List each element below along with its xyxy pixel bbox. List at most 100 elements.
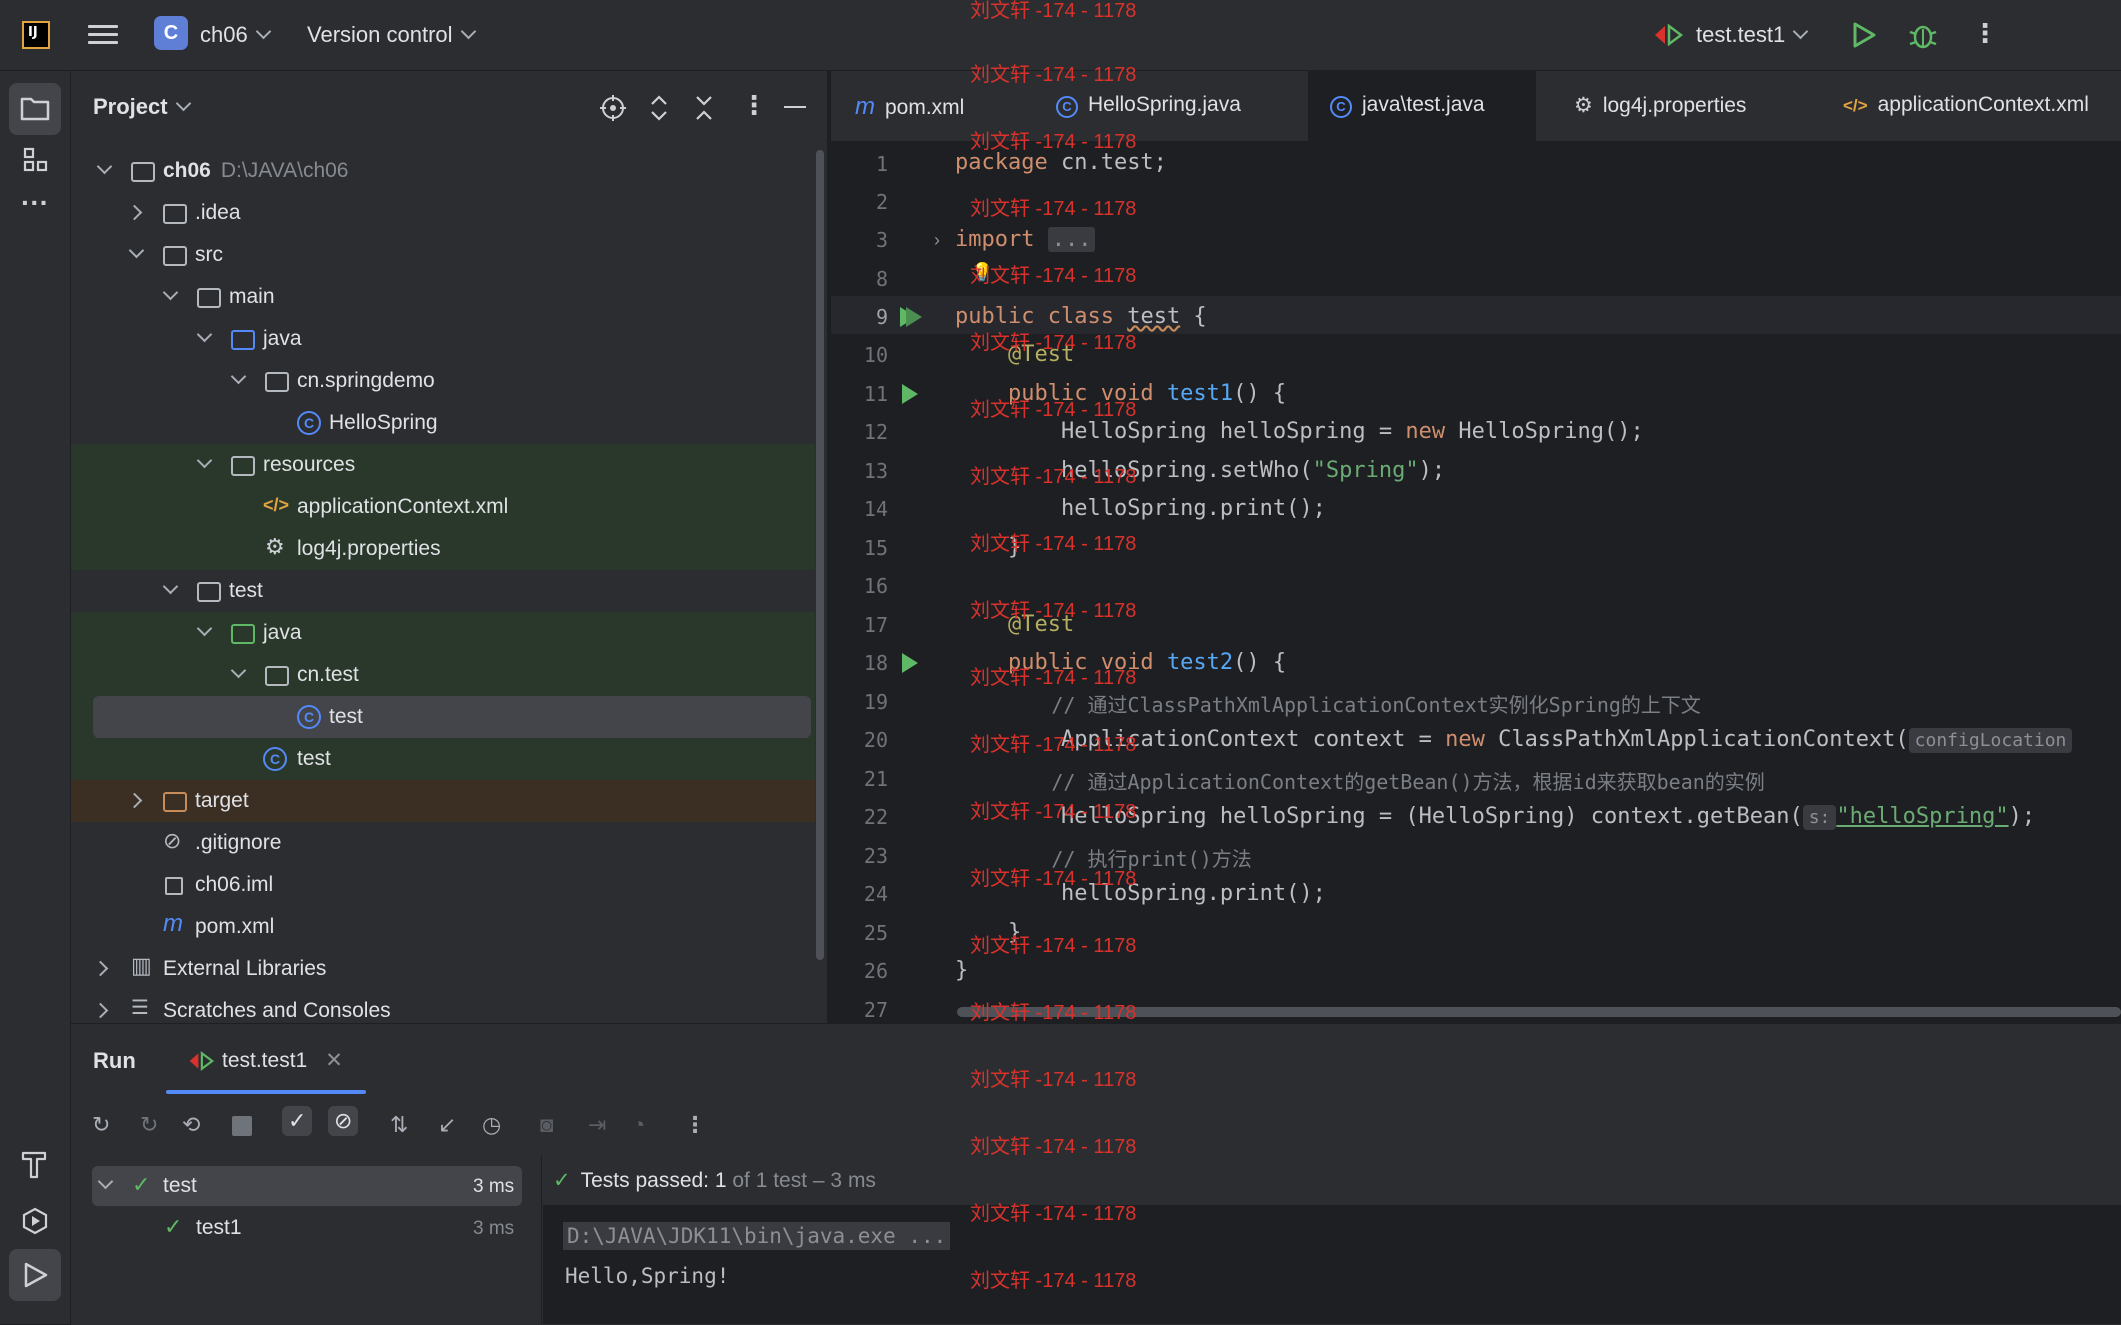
show-passed-icon[interactable]: ✓ <box>282 1106 313 1136</box>
run-configuration-selector[interactable]: test.test1 <box>1696 22 1809 48</box>
line-number: 20 <box>863 728 888 752</box>
intellij-logo-icon[interactable]: IJ <box>22 21 50 49</box>
tree-item-applicationcontext[interactable]: </> applicationContext.xml <box>71 486 815 528</box>
project-scrollbar[interactable] <box>816 150 824 960</box>
build-tool-button[interactable] <box>9 1139 61 1191</box>
line-number: 8 <box>875 267 888 291</box>
tree-item-cn-test[interactable]: cn.test <box>71 654 815 696</box>
tree-item-ch06[interactable]: ch06 D:\JAVA\ch06 <box>71 150 815 192</box>
structure-icon <box>23 147 48 172</box>
line-number: 21 <box>863 767 888 791</box>
console-command-line[interactable]: D:\JAVA\JDK11\bin\java.exe ... <box>563 1222 951 1250</box>
sort-icon[interactable]: ⇅ <box>390 1112 408 1138</box>
project-panel-title[interactable]: Project <box>93 94 191 120</box>
more-tools-icon[interactable]: ··· <box>9 183 61 235</box>
tree-item-log4j[interactable]: ⚙ log4j.properties <box>71 528 815 570</box>
hide-panel-icon[interactable] <box>784 106 806 108</box>
excluded-folder-icon <box>163 792 187 812</box>
show-ignored-icon[interactable]: ⊘ <box>328 1106 359 1136</box>
structure-tool-button[interactable] <box>9 133 61 185</box>
chevron-down-icon <box>175 95 191 112</box>
watermark: 刘文轩 -174 - 1178 <box>970 801 1137 823</box>
tree-item-external-libraries[interactable]: ▥ External Libraries <box>71 948 815 990</box>
tree-item-target[interactable]: target <box>71 780 815 822</box>
folder-icon <box>197 582 221 602</box>
close-icon[interactable]: ✕ <box>325 1049 343 1072</box>
project-title-label: Project <box>93 94 168 119</box>
export-icon[interactable]: ⇥ <box>588 1112 606 1138</box>
rerun-failed-icon[interactable]: ↻ <box>140 1112 158 1138</box>
tree-item-scratches[interactable]: ☰ Scratches and Consoles <box>71 990 815 1022</box>
tab-test-java[interactable]: Cjava\test.java <box>1330 93 1485 118</box>
collapse-all-icon[interactable] <box>693 94 715 122</box>
selection-highlight <box>92 1166 522 1206</box>
tree-item-src[interactable]: src <box>71 234 815 276</box>
expand-all-icon[interactable] <box>648 94 670 122</box>
toggle-auto-test-icon[interactable]: ⟲ <box>182 1112 200 1138</box>
tab-hellospring-java[interactable]: C HelloSpring.java <box>1056 93 1241 118</box>
project-tool-button[interactable] <box>9 83 61 135</box>
tree-item-test-java[interactable]: java <box>71 612 815 654</box>
line-number: 27 <box>863 998 888 1022</box>
maven-icon: m <box>855 93 875 120</box>
watermark: 刘文轩 -174 - 1178 <box>970 533 1137 555</box>
import-tests-icon[interactable]: ↙ <box>438 1112 456 1138</box>
run-test2-icon[interactable] <box>902 653 918 673</box>
tab-log4j-properties[interactable]: ⚙ log4j.properties <box>1574 93 1746 118</box>
run-class-icon-shadow <box>906 307 922 327</box>
rerun-icon[interactable]: ↻ <box>92 1112 110 1138</box>
more-run-actions-icon[interactable]: ⋮ <box>684 1112 706 1138</box>
tree-label: main <box>229 285 275 308</box>
tab-applicationcontext-xml[interactable]: </> applicationContext.xml <box>1843 93 2089 117</box>
tab-pom-xml[interactable]: m pom.xml <box>855 93 964 121</box>
tree-item-test-class[interactable]: C test <box>71 738 815 780</box>
services-tool-button[interactable] <box>9 1195 61 1247</box>
stop-icon[interactable] <box>232 1116 252 1136</box>
options-icon[interactable]: ⋮ <box>741 90 767 121</box>
tree-item-cn-springdemo[interactable]: cn.springdemo <box>71 360 815 402</box>
tree-item-idea[interactable]: .idea <box>71 192 815 234</box>
test-case-label[interactable]: test1 <box>196 1216 242 1240</box>
tree-item-main[interactable]: main <box>71 276 815 318</box>
line-number: 23 <box>863 844 888 868</box>
fold-chevron-icon[interactable]: › <box>934 230 940 251</box>
locate-icon[interactable] <box>600 95 626 121</box>
package-icon <box>265 666 289 686</box>
tree-label: applicationContext.xml <box>297 495 509 518</box>
tree-item-main-java[interactable]: java <box>71 318 815 360</box>
chevron-down-icon <box>196 452 213 469</box>
run-icon[interactable] <box>1852 22 1876 48</box>
watermark: 刘文轩 -174 - 1178 <box>970 1203 1137 1225</box>
tree-item-test-folder[interactable]: test <box>71 570 815 612</box>
main-menu-icon[interactable] <box>88 20 118 50</box>
project-badge[interactable]: C <box>154 16 188 50</box>
debug-icon[interactable] <box>1908 20 1938 50</box>
tree-item-hellospring[interactable]: C HelloSpring <box>71 402 815 444</box>
run-panel-title: Run <box>93 1048 136 1073</box>
test-suite-label[interactable]: test <box>163 1174 197 1198</box>
tree-item-pom[interactable]: m pom.xml <box>71 906 815 948</box>
module-file-icon <box>165 877 183 895</box>
watermark: 刘文轩 -174 - 1178 <box>970 667 1137 689</box>
parameter-hint: s: <box>1802 805 1837 830</box>
coverage-icon[interactable]: ◔ <box>632 1112 645 1138</box>
folded-imports[interactable]: ... <box>1047 227 1096 252</box>
chevron-down-icon <box>128 242 145 259</box>
class-icon: C <box>1056 96 1078 118</box>
history-icon[interactable]: ◷ <box>482 1112 501 1138</box>
run-test1-icon[interactable] <box>902 384 918 404</box>
tree-label: target <box>195 789 249 812</box>
project-switcher[interactable]: ch06 <box>200 22 271 48</box>
tree-item-iml[interactable]: ch06.iml <box>71 864 815 906</box>
run-tool-button[interactable] <box>9 1249 61 1301</box>
services-icon <box>22 1207 48 1235</box>
maven-icon: m <box>163 910 183 937</box>
tree-item-gitignore[interactable]: ⊘ .gitignore <box>71 822 815 864</box>
test-case-time: 3 ms <box>473 1218 515 1239</box>
tree-item-resources[interactable]: resources <box>71 444 815 486</box>
run-tab[interactable]: test.test1 ✕ <box>188 1048 343 1073</box>
version-control-menu[interactable]: Version control <box>307 22 476 48</box>
camera-icon[interactable]: ◙ <box>540 1112 553 1138</box>
tree-item-test-class-selected[interactable]: C test <box>71 696 815 738</box>
more-actions-icon[interactable]: ⋮ <box>1972 18 1998 49</box>
